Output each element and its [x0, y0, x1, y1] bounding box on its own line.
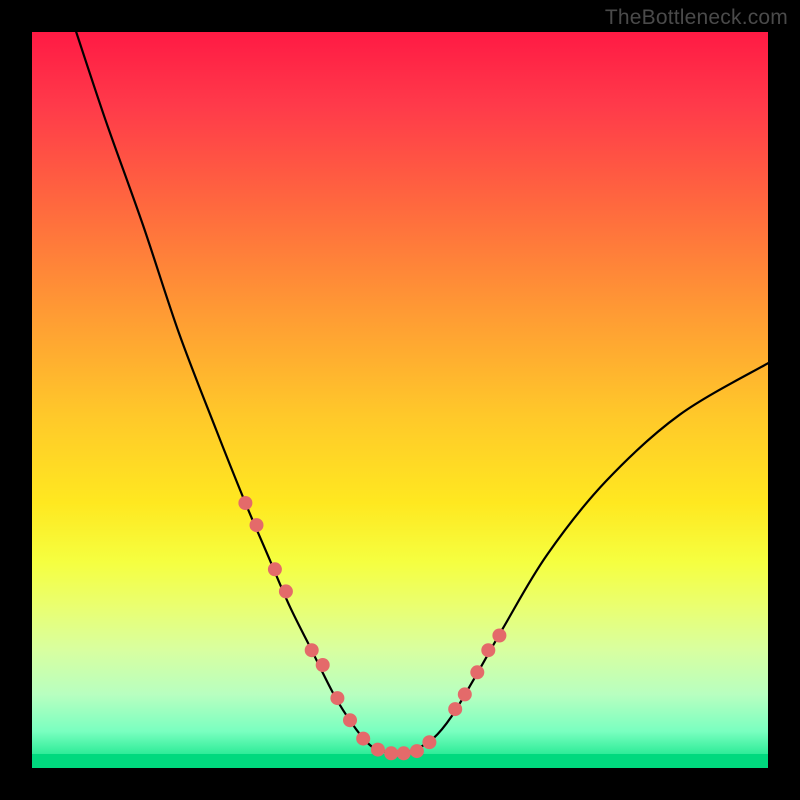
curve-dot — [492, 629, 506, 643]
curve-dot — [305, 643, 319, 657]
curve-dot — [384, 746, 398, 760]
curve-dot — [356, 732, 370, 746]
chart-stage: TheBottleneck.com — [0, 0, 800, 800]
watermark-text: TheBottleneck.com — [605, 6, 788, 30]
curve-dot — [458, 687, 472, 701]
curve-dot — [481, 643, 495, 657]
curve-dot — [448, 702, 462, 716]
curve-dot — [397, 746, 411, 760]
curve-dot — [316, 658, 330, 672]
bottleneck-curve — [76, 32, 768, 753]
curve-svg-layer — [32, 32, 768, 768]
curve-dot — [279, 584, 293, 598]
curve-dot — [238, 496, 252, 510]
curve-dots-group — [238, 496, 506, 760]
curve-dot — [268, 562, 282, 576]
curve-dot — [470, 665, 484, 679]
curve-dot — [330, 691, 344, 705]
curve-dot — [371, 743, 385, 757]
curve-dot — [410, 744, 424, 758]
curve-dot — [422, 735, 436, 749]
curve-dot — [250, 518, 264, 532]
curve-dot — [343, 713, 357, 727]
plot-area — [32, 32, 768, 768]
